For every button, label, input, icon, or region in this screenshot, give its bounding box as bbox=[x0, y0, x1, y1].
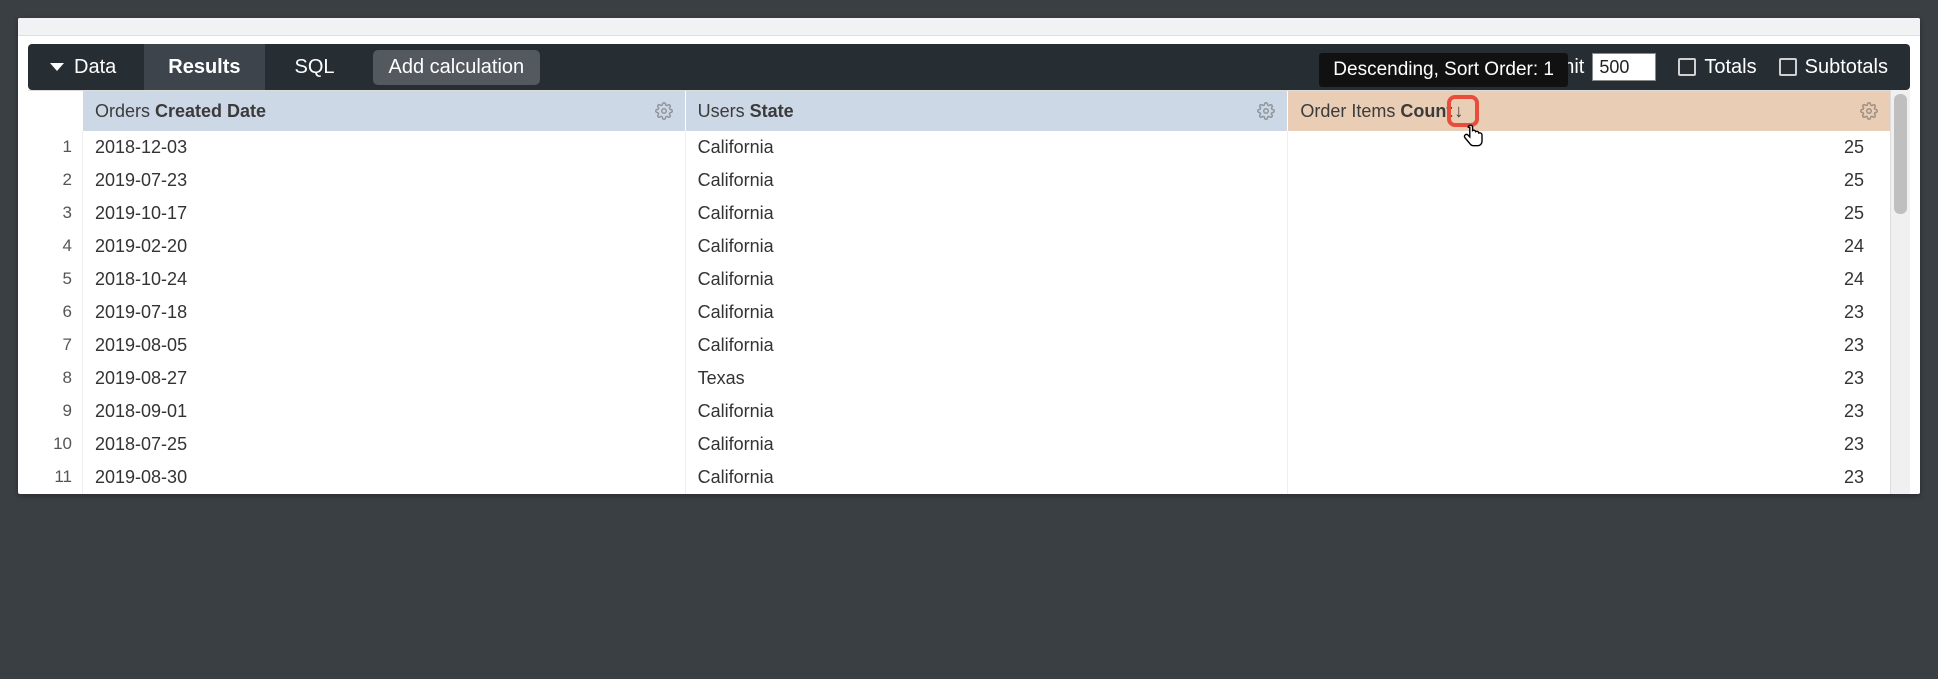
app-frame: Data Results SQL Add calculation Row Lim… bbox=[18, 18, 1920, 494]
row-number: 11 bbox=[28, 461, 82, 494]
cell-created-date[interactable]: 2019-08-05 bbox=[82, 329, 685, 362]
add-calculation-label: Add calculation bbox=[389, 56, 525, 78]
row-number: 10 bbox=[28, 428, 82, 461]
cell-count[interactable]: 23 bbox=[1287, 395, 1890, 428]
cell-created-date[interactable]: 2019-07-23 bbox=[82, 164, 685, 197]
cell-count[interactable]: 23 bbox=[1287, 296, 1890, 329]
cell-state[interactable]: California bbox=[685, 461, 1288, 494]
subtotals-toggle[interactable]: Subtotals bbox=[1779, 56, 1888, 79]
column-header-state[interactable]: Users State bbox=[685, 91, 1288, 131]
column-header-label: Orders Created Date bbox=[95, 101, 266, 122]
cell-state[interactable]: California bbox=[685, 329, 1288, 362]
column-header-count[interactable]: Order Items Count ↓ bbox=[1287, 91, 1890, 131]
col3-prefix: Order Items bbox=[1300, 101, 1400, 121]
cell-created-date[interactable]: 2018-10-24 bbox=[82, 263, 685, 296]
cell-created-date[interactable]: 2019-02-20 bbox=[82, 230, 685, 263]
highlight-box bbox=[1447, 95, 1479, 127]
cell-state[interactable]: Texas bbox=[685, 362, 1288, 395]
row-number: 3 bbox=[28, 197, 82, 230]
cell-count[interactable]: 25 bbox=[1287, 131, 1890, 164]
cell-count[interactable]: 25 bbox=[1287, 164, 1890, 197]
tab-sql-label: SQL bbox=[295, 56, 335, 79]
row-number: 6 bbox=[28, 296, 82, 329]
toolbar: Data Results SQL Add calculation Row Lim… bbox=[28, 44, 1910, 90]
row-number: 8 bbox=[28, 362, 82, 395]
row-number: 7 bbox=[28, 329, 82, 362]
subtotals-label: Subtotals bbox=[1805, 56, 1888, 79]
gear-icon bbox=[1257, 102, 1275, 120]
col3-bold: Count bbox=[1400, 101, 1452, 121]
col1-bold: Created Date bbox=[155, 101, 266, 121]
column-header-created-date[interactable]: Orders Created Date bbox=[82, 91, 685, 131]
caret-down-icon bbox=[50, 63, 64, 71]
results-table-area: Orders Created Date Users State Order It… bbox=[28, 90, 1910, 494]
sort-tooltip: Descending, Sort Order: 1 bbox=[1319, 53, 1568, 87]
column-menu-button[interactable] bbox=[1257, 102, 1275, 120]
cell-count[interactable]: 23 bbox=[1287, 362, 1890, 395]
gear-icon bbox=[1860, 102, 1878, 120]
row-number: 1 bbox=[28, 131, 82, 164]
cell-count[interactable]: 24 bbox=[1287, 263, 1890, 296]
toolbar-left: Data Results SQL Add calculation bbox=[28, 44, 540, 90]
sort-indicator[interactable]: ↓ bbox=[1454, 101, 1463, 122]
cell-created-date[interactable]: 2018-12-03 bbox=[82, 131, 685, 164]
col2-prefix: Users bbox=[698, 101, 750, 121]
checkbox-icon bbox=[1779, 58, 1797, 76]
cell-created-date[interactable]: 2018-07-25 bbox=[82, 428, 685, 461]
row-number: 4 bbox=[28, 230, 82, 263]
cell-created-date[interactable]: 2019-07-18 bbox=[82, 296, 685, 329]
cell-created-date[interactable]: 2019-08-27 bbox=[82, 362, 685, 395]
cell-state[interactable]: California bbox=[685, 395, 1288, 428]
cell-count[interactable]: 24 bbox=[1287, 230, 1890, 263]
cell-count[interactable]: 23 bbox=[1287, 428, 1890, 461]
cell-state[interactable]: California bbox=[685, 131, 1288, 164]
col2-bold: State bbox=[750, 101, 794, 121]
cell-state[interactable]: California bbox=[685, 164, 1288, 197]
cell-state[interactable]: California bbox=[685, 428, 1288, 461]
row-limit-input[interactable] bbox=[1592, 53, 1656, 81]
tab-data-label: Data bbox=[74, 56, 116, 79]
top-spacer bbox=[18, 18, 1920, 36]
checkbox-icon bbox=[1678, 58, 1696, 76]
col1-prefix: Orders bbox=[95, 101, 155, 121]
cell-count[interactable]: 23 bbox=[1287, 461, 1890, 494]
row-number: 2 bbox=[28, 164, 82, 197]
column-header-label: Order Items Count bbox=[1300, 101, 1452, 122]
cell-state[interactable]: California bbox=[685, 296, 1288, 329]
cell-state[interactable]: California bbox=[685, 230, 1288, 263]
totals-toggle[interactable]: Totals bbox=[1678, 56, 1756, 79]
cell-created-date[interactable]: 2019-08-30 bbox=[82, 461, 685, 494]
vertical-scrollbar[interactable] bbox=[1890, 90, 1910, 494]
gear-icon bbox=[655, 102, 673, 120]
tab-sql[interactable]: SQL bbox=[265, 44, 365, 90]
totals-label: Totals bbox=[1704, 56, 1756, 79]
row-number: 9 bbox=[28, 395, 82, 428]
tab-results[interactable]: Results bbox=[144, 44, 264, 90]
tab-results-label: Results bbox=[168, 56, 240, 79]
cell-created-date[interactable]: 2018-09-01 bbox=[82, 395, 685, 428]
results-grid: Orders Created Date Users State Order It… bbox=[28, 90, 1890, 494]
cell-state[interactable]: California bbox=[685, 263, 1288, 296]
header-corner bbox=[28, 91, 82, 131]
cell-created-date[interactable]: 2019-10-17 bbox=[82, 197, 685, 230]
scrollbar-thumb[interactable] bbox=[1894, 94, 1907, 214]
column-menu-button[interactable] bbox=[655, 102, 673, 120]
tab-data[interactable]: Data bbox=[28, 44, 144, 90]
column-header-label: Users State bbox=[698, 101, 794, 122]
add-calculation-button[interactable]: Add calculation bbox=[373, 50, 541, 85]
column-menu-button[interactable] bbox=[1860, 102, 1878, 120]
cell-state[interactable]: California bbox=[685, 197, 1288, 230]
row-number: 5 bbox=[28, 263, 82, 296]
cell-count[interactable]: 23 bbox=[1287, 329, 1890, 362]
cell-count[interactable]: 25 bbox=[1287, 197, 1890, 230]
